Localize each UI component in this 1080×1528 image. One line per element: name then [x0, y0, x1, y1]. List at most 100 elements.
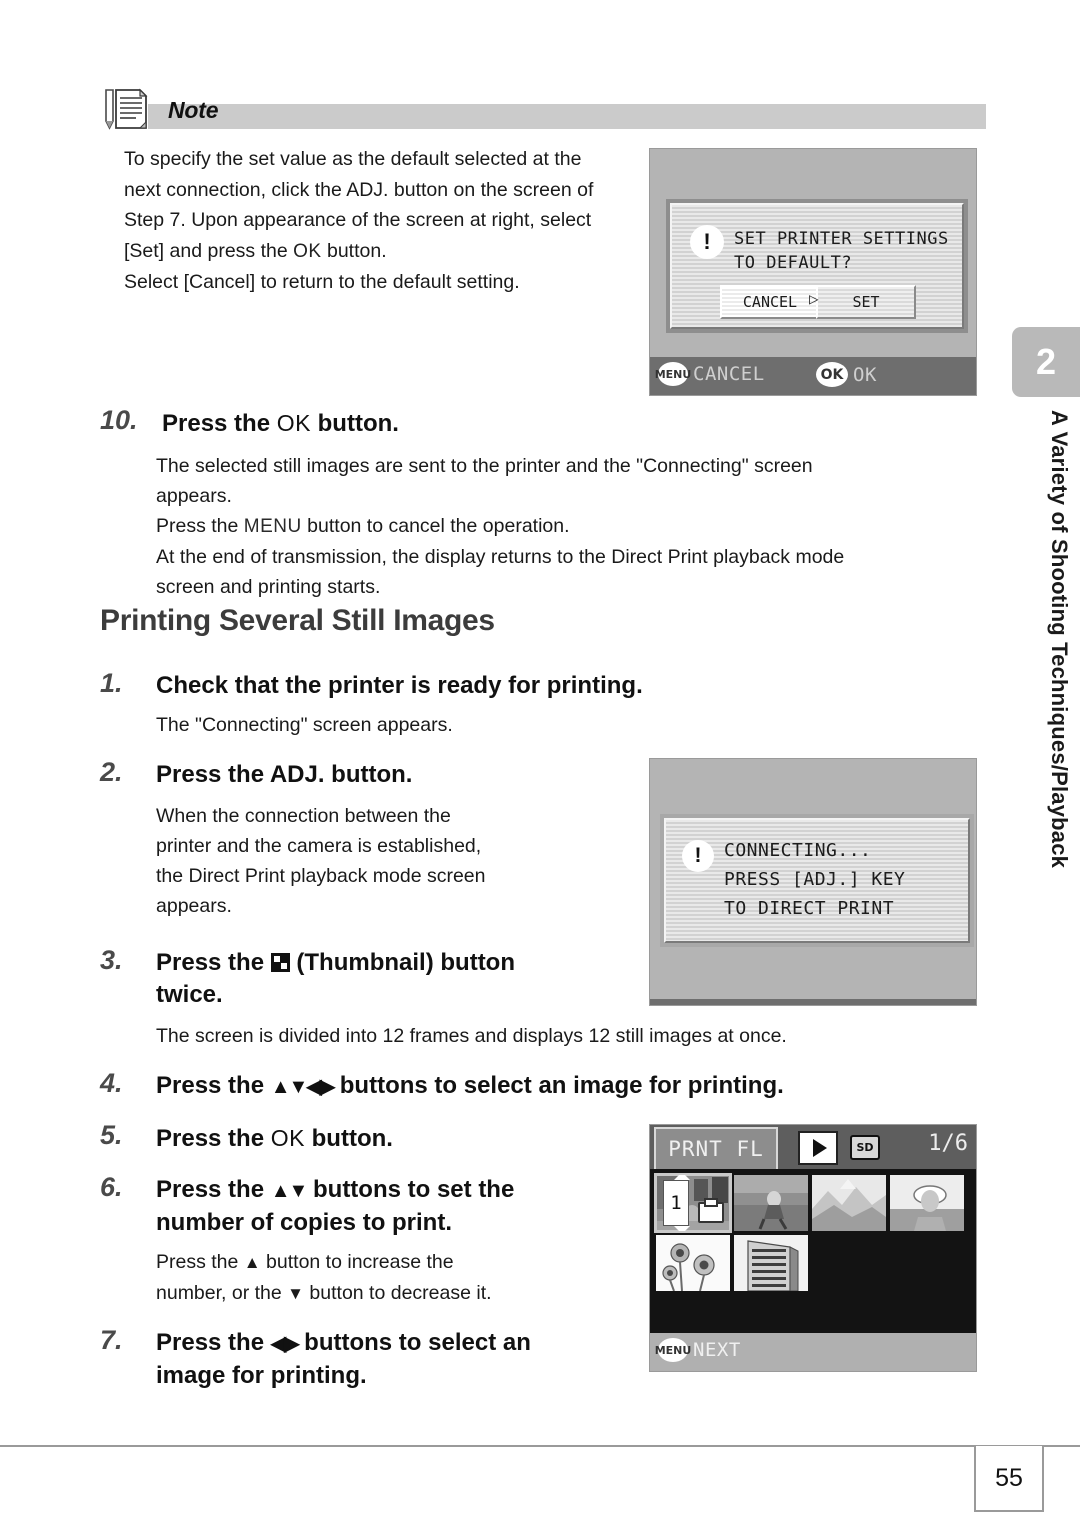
step-7-title-a: Press the: [156, 1329, 271, 1356]
step-10-body-line-1: The selected still images are sent to th…: [156, 455, 813, 477]
dialog-box: ! SET PRINTER SETTINGS TO DEFAULT? CANCE…: [670, 203, 964, 329]
step-10-body-line-3-b: button to cancel the operation.: [301, 515, 570, 537]
exclamation-icon: !: [682, 840, 714, 872]
ok-button-glyph: OK: [270, 1125, 305, 1151]
copy-count-value: 1: [670, 1192, 682, 1214]
guide-ok-label: OK: [853, 363, 877, 386]
guide-next[interactable]: MENU NEXT: [655, 1338, 741, 1362]
step-10-body-line-5: screen and printing starts.: [156, 576, 381, 598]
guide-next-label: NEXT: [693, 1339, 741, 1361]
ok-button-glyph: OK: [276, 410, 311, 436]
menu-button-pill: MENU: [655, 1338, 691, 1362]
note-line-1: To specify the set value as the default …: [124, 148, 582, 170]
step-5-title-a: Press the: [156, 1125, 271, 1152]
dialog-right-arrow-icon: ▷: [809, 289, 820, 308]
dialog-cancel-button[interactable]: CANCEL: [720, 285, 820, 319]
guide-cancel[interactable]: MENU CANCEL: [655, 362, 765, 386]
step-10-title-b: button.: [310, 410, 399, 437]
dialog-frame: ! SET PRINTER SETTINGS TO DEFAULT? CANCE…: [666, 199, 968, 333]
thumbnail-3-image: [812, 1175, 886, 1231]
thumbnail-5[interactable]: [656, 1235, 730, 1291]
note-body: To specify the set value as the default …: [124, 144, 644, 298]
note-title: Note: [168, 97, 219, 123]
step-6-title-line-2: number of copies to print.: [156, 1209, 453, 1236]
thumbnail-grid: 1: [650, 1169, 976, 1333]
thumbnail-6[interactable]: [734, 1235, 808, 1291]
step-1-number: 1.: [100, 668, 123, 698]
step-2-body-line-2: printer and the camera is established,: [156, 835, 482, 857]
step-6-body-line-2-b: button to decrease it.: [304, 1282, 492, 1304]
step-10-body-line-3-a: Press the: [156, 515, 244, 537]
connecting-box: ! CONNECTING... PRESS [ADJ.] KEY TO DIRE…: [664, 818, 970, 943]
down-arrow-icon: ▼: [287, 1284, 304, 1303]
increase-arrow-icon: [674, 1175, 690, 1180]
step-6-body-line-1: Press the ▲ button to increase the: [156, 1247, 636, 1278]
step-5-title-b: button.: [304, 1125, 393, 1152]
step-10-body-line-3: Press the MENU button to cancel the oper…: [156, 511, 1036, 542]
step-1-body: The "Connecting" screen appears.: [156, 714, 453, 736]
step-5-number: 5.: [100, 1120, 123, 1150]
step-6-title-b: buttons to set the: [306, 1176, 515, 1203]
step-4-title-b: buttons to select an image for printing.: [333, 1072, 784, 1099]
thumbnail-4[interactable]: [890, 1175, 964, 1231]
lcd-set-printer-settings: ! SET PRINTER SETTINGS TO DEFAULT? CANCE…: [649, 148, 977, 396]
page-number: 55: [995, 1463, 1023, 1492]
playback-guide-bar: MENU NEXT: [650, 1333, 976, 1371]
thumbnail-6-image: [734, 1235, 808, 1291]
step-3-title-a: Press the: [156, 949, 271, 976]
step-6-body-line-2-a: number, or the: [156, 1282, 288, 1304]
step-10-body-line-4: At the end of transmission, the display …: [156, 546, 845, 568]
note-line-4-b: button.: [321, 239, 387, 262]
step-3-body: The screen is divided into 12 frames and…: [156, 1025, 787, 1047]
dialog-button-row: CANCEL SET ▷: [720, 285, 916, 319]
lcd-guide-bar: MENU CANCEL OK OK: [650, 357, 976, 395]
copy-count-badge[interactable]: 1: [663, 1175, 690, 1231]
step-6-body-line-2: number, or the ▼ button to decrease it.: [156, 1278, 636, 1309]
step-2-number: 2.: [100, 757, 123, 787]
thumbnail-2-image: [734, 1175, 808, 1231]
step-2-body-line-4: appears.: [156, 895, 232, 917]
step-5-title: Press the OK button.: [156, 1122, 656, 1155]
dialog-set-button[interactable]: SET: [816, 285, 916, 319]
thumbnail-2[interactable]: [734, 1175, 808, 1231]
connecting-line-2: PRESS [ADJ.] KEY: [724, 869, 906, 890]
step-2-title: Press the ADJ. button.: [156, 761, 413, 788]
page-number-box: 55: [974, 1446, 1044, 1512]
connecting-frame: ! CONNECTING... PRESS [ADJ.] KEY TO DIRE…: [660, 814, 974, 947]
note-header-bar: [148, 104, 986, 129]
decrease-arrow-icon: [674, 1226, 690, 1231]
step-3-title-b: (Thumbnail) button: [289, 949, 516, 976]
footer-rule: [0, 1445, 1080, 1447]
thumbnail-3[interactable]: [812, 1175, 886, 1231]
note-line-3: Step 7. Upon appearance of the screen at…: [124, 209, 592, 231]
step-3-title: Press the (Thumbnail) button twice.: [156, 947, 656, 1011]
section-heading: Printing Several Still Images: [100, 604, 495, 637]
step-2-body-line-3: the Direct Print playback mode screen: [156, 865, 486, 887]
dialog-message-line2: TO DEFAULT?: [734, 253, 853, 273]
connecting-line-3: TO DIRECT PRINT: [724, 898, 895, 919]
step-2-body-line-1: When the connection between the: [156, 805, 451, 827]
thumbnail-1[interactable]: 1: [654, 1173, 732, 1233]
menu-button-glyph: MENU: [243, 516, 302, 537]
guide-ok[interactable]: OK OK: [816, 362, 877, 387]
thumbnail-5-image: [656, 1235, 730, 1291]
up-down-arrows-icon: ▲▼: [270, 1180, 309, 1202]
step-4-title: Press the ▲▼◀▶ buttons to select an imag…: [156, 1070, 1036, 1103]
up-arrow-icon: ▲: [243, 1253, 261, 1272]
lcd-bottom-strip: [650, 999, 976, 1005]
step-10-number: 10.: [100, 405, 138, 435]
step-10-body: The selected still images are sent to th…: [156, 451, 1036, 602]
exclamation-icon: !: [690, 225, 724, 259]
step-3-title-line-2: twice.: [156, 981, 223, 1008]
lcd-print-thumbnails: PRNT FL SD 1/6 1 MENU NEXT: [649, 1124, 977, 1372]
step-6-title-a: Press the: [156, 1176, 271, 1203]
guide-cancel-label: CANCEL: [693, 363, 765, 385]
step-4-title-a: Press the: [156, 1072, 271, 1099]
note-line-4: [Set] and press the OK button.: [124, 236, 644, 268]
step-4-number: 4.: [100, 1068, 123, 1098]
step-10-title-a: Press the: [162, 410, 277, 437]
dialog-message-line1: SET PRINTER SETTINGS: [734, 229, 949, 249]
playback-mode-icon: [798, 1131, 838, 1165]
thumbnail-icon: [270, 953, 290, 972]
step-6-number: 6.: [100, 1172, 123, 1202]
